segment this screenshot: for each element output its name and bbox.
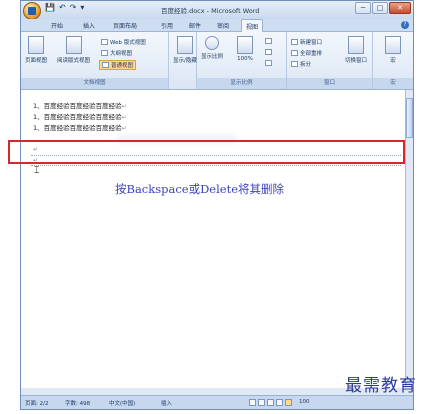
outline-icon[interactable]: [276, 399, 283, 406]
macros-button[interactable]: 宏: [385, 36, 401, 64]
page-width-icon: [265, 60, 272, 66]
instruction-text: 按Backspace或Delete将其删除: [115, 182, 285, 196]
arrange-all-button[interactable]: 全部重排: [291, 49, 322, 57]
web-view-button[interactable]: Web 版式视图: [101, 38, 146, 46]
scrollbar-thumb[interactable]: [406, 98, 413, 138]
save-icon[interactable]: 💾: [45, 3, 55, 12]
paragraph-mark: ↵: [121, 103, 127, 110]
tab-view[interactable]: 视图: [241, 19, 264, 32]
tab-home[interactable]: 开始: [51, 21, 63, 30]
language-indicator[interactable]: 中文(中国): [109, 399, 135, 407]
outline-view-button[interactable]: 大纲视图: [101, 49, 132, 57]
redo-icon[interactable]: ↷: [70, 3, 77, 12]
group-label-window: 窗口: [287, 78, 372, 89]
print-layout-icon[interactable]: [249, 399, 256, 406]
list-item: 1、百度经验百度经验百度经验↵: [33, 124, 127, 132]
split-icon: [291, 61, 298, 67]
close-button[interactable]: ✕: [389, 2, 411, 14]
split-button[interactable]: 拆分: [291, 60, 311, 68]
list-item: 1、百度经验百度经验百度经验↵: [33, 102, 127, 110]
group-label-zoom: 显示比例: [197, 78, 286, 89]
group-zoom: 显示比例 100% 显示比例: [197, 32, 287, 89]
highlight-box: [8, 140, 405, 164]
switch-window-icon: [348, 36, 364, 54]
window-controls: ─ □ ✕: [355, 2, 411, 14]
two-pages-icon: [265, 49, 272, 55]
draft-icon[interactable]: [285, 399, 292, 406]
new-window-button[interactable]: 新建窗口: [291, 38, 322, 46]
window-title: 百度经验.docx - Microsoft Word: [161, 7, 260, 15]
help-icon[interactable]: ?: [401, 21, 409, 29]
tab-references[interactable]: 引用: [161, 21, 173, 30]
draft-view-button[interactable]: 普通视图: [99, 60, 137, 70]
web-view-icon: [101, 39, 108, 45]
group-label-document-views: 文档视图: [21, 78, 168, 89]
show-hide-icon: [176, 36, 193, 54]
page-view-button[interactable]: 页面视图: [25, 36, 47, 64]
reading-view-button[interactable]: 阅读版式视图: [57, 36, 90, 64]
ribbon-tabs: 开始 插入 页面布局 引用 邮件 审阅 视图 ?: [21, 19, 413, 32]
list-item: 1、百度经验百度经验百度经验↵: [33, 113, 127, 121]
customize-toolbar-icon[interactable]: ▾: [80, 3, 84, 12]
macros-icon: [385, 36, 401, 54]
zoom-button[interactable]: 显示比例: [201, 36, 223, 60]
group-show-hide: 显示/隐藏: [169, 32, 197, 89]
arrange-all-icon: [291, 50, 298, 56]
paragraph-mark: ↵: [121, 125, 127, 132]
zoom-100-button[interactable]: 100%: [237, 36, 253, 62]
page-view-icon: [28, 36, 44, 54]
page-width-button[interactable]: [265, 60, 272, 66]
word-count[interactable]: 字数: 498: [65, 399, 90, 407]
group-window: 新建窗口 全部重排 拆分 切换窗口 窗口: [287, 32, 373, 89]
group-label-macros: 宏: [373, 78, 413, 89]
word-window: 💾 ↶ ↷ ▾ 百度经验.docx - Microsoft Word ─ □ ✕…: [20, 0, 414, 410]
show-hide-button[interactable]: 显示/隐藏: [173, 36, 197, 64]
quick-access-toolbar: 💾 ↶ ↷ ▾: [45, 3, 84, 12]
web-layout-icon[interactable]: [267, 399, 274, 406]
office-button[interactable]: [23, 2, 41, 20]
insert-mode[interactable]: 插入: [161, 399, 172, 407]
minimize-button[interactable]: ─: [355, 2, 371, 14]
zoom-level[interactable]: 100: [299, 399, 310, 405]
page-break-line: [31, 165, 401, 166]
reading-view-icon: [65, 36, 82, 54]
tab-insert[interactable]: 插入: [83, 21, 95, 30]
draft-view-icon: [102, 62, 109, 68]
maximize-button[interactable]: □: [372, 2, 388, 14]
group-macros: 宏 宏: [373, 32, 413, 89]
document-area[interactable]: 1、百度经验百度经验百度经验↵ 1、百度经验百度经验百度经验↵ 1、百度经验百度…: [21, 90, 407, 388]
tab-page-layout[interactable]: 页面布局: [113, 21, 137, 30]
one-page-button[interactable]: [265, 38, 272, 44]
text-cursor: ⌶: [34, 166, 40, 176]
ribbon: 页面视图 阅读版式视图 Web 版式视图 大纲视图 普通视图 文档视图 显示/隐…: [21, 32, 413, 90]
one-page-icon: [265, 38, 272, 44]
status-bar: 页面: 2/2 字数: 498 中文(中国) 插入 100: [21, 395, 413, 409]
undo-icon[interactable]: ↶: [59, 3, 66, 12]
zoom-100-icon: [237, 36, 253, 54]
page-count[interactable]: 页面: 2/2: [25, 399, 48, 407]
tab-mailings[interactable]: 邮件: [189, 21, 201, 30]
switch-window-button[interactable]: 切换窗口: [345, 36, 367, 64]
watermark-logo: 最需教育: [345, 376, 417, 396]
title-bar: 💾 ↶ ↷ ▾ 百度经验.docx - Microsoft Word ─ □ ✕: [21, 1, 413, 20]
vertical-scrollbar[interactable]: [405, 90, 413, 388]
outline-view-icon: [101, 50, 108, 56]
tab-review[interactable]: 审阅: [217, 21, 229, 30]
paragraph-mark: ↵: [121, 114, 127, 121]
magnifier-icon: [205, 36, 219, 50]
new-window-icon: [291, 39, 298, 45]
two-pages-button[interactable]: [265, 49, 272, 55]
full-screen-reading-icon[interactable]: [258, 399, 265, 406]
group-document-views: 页面视图 阅读版式视图 Web 版式视图 大纲视图 普通视图 文档视图: [21, 32, 169, 89]
